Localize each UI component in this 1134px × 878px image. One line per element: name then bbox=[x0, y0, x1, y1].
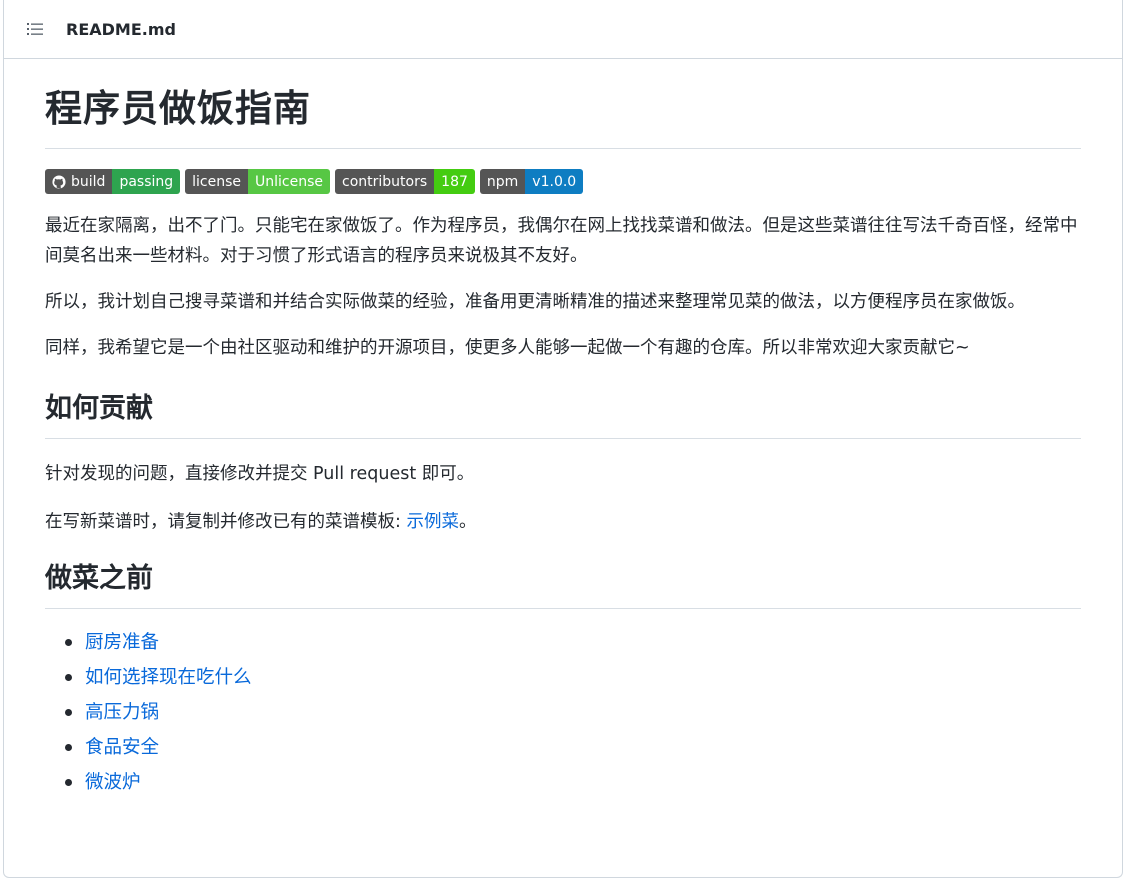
intro-paragraph-3: 同样，我希望它是一个由社区驱动和维护的开源项目，使更多人能够一起做一个有趣的仓库… bbox=[45, 338, 970, 358]
page-title: 程序员做饭指南 bbox=[45, 81, 1081, 149]
npm-badge-version: v1.0.0 bbox=[525, 169, 584, 194]
example-dish-link[interactable]: 示例菜 bbox=[406, 512, 459, 532]
file-name: README.md bbox=[66, 19, 176, 39]
intro-paragraph-1: 最近在家隔离，出不了门。只能宅在家做饭了。作为程序员，我偶尔在网上找找菜谱和做法… bbox=[45, 216, 1078, 266]
contribute-line-2: 在写新菜谱时，请复制并修改已有的菜谱模板: 示例菜。 bbox=[45, 507, 1081, 537]
list-icon bbox=[27, 23, 43, 35]
list-item: 微波炉 bbox=[65, 765, 1081, 800]
npm-badge[interactable]: npm v1.0.0 bbox=[479, 169, 584, 194]
food-safety-link[interactable]: 食品安全 bbox=[85, 730, 159, 765]
contribute-heading: 如何贡献 bbox=[45, 391, 1081, 439]
github-icon bbox=[52, 174, 66, 189]
list-item: 如何选择现在吃什么 bbox=[65, 660, 1081, 695]
bullet bbox=[65, 709, 72, 716]
readme-container: README.md 程序员做饭指南 build passing license … bbox=[3, 0, 1123, 878]
before-cooking-heading: 做菜之前 bbox=[45, 561, 1081, 609]
markdown-body: 程序员做饭指南 build passing license Unlicense … bbox=[4, 59, 1122, 800]
badge-row: build passing license Unlicense contribu… bbox=[45, 169, 1081, 194]
list-item: 高压力锅 bbox=[65, 695, 1081, 730]
license-badge-value: Unlicense bbox=[248, 169, 331, 194]
contributors-badge-count: 187 bbox=[434, 169, 475, 194]
npm-badge-label: npm bbox=[479, 169, 526, 194]
file-header: README.md bbox=[4, 0, 1122, 59]
intro-paragraph-2: 所以，我计划自己搜寻菜谱和并结合实际做菜的经验，准备用更清晰精准的描述来整理常见… bbox=[45, 292, 1025, 312]
before-cooking-list: 厨房准备 如何选择现在吃什么 高压力锅 食品安全 微波炉 bbox=[45, 625, 1081, 800]
contributors-badge[interactable]: contributors 187 bbox=[335, 169, 475, 194]
license-badge-label: license bbox=[185, 169, 249, 194]
contribute-line-2-text: 在写新菜谱时，请复制并修改已有的菜谱模板: bbox=[45, 512, 407, 532]
contribute-line-2-suffix: 。 bbox=[458, 512, 477, 532]
build-badge-status: passing bbox=[112, 169, 181, 194]
build-badge[interactable]: build passing bbox=[45, 169, 181, 194]
list-item: 厨房准备 bbox=[65, 625, 1081, 660]
license-badge[interactable]: license Unlicense bbox=[185, 169, 331, 194]
build-badge-label: build bbox=[71, 173, 106, 190]
microwave-link[interactable]: 微波炉 bbox=[85, 765, 141, 800]
bullet bbox=[65, 674, 72, 681]
what-to-eat-link[interactable]: 如何选择现在吃什么 bbox=[85, 660, 252, 695]
bullet bbox=[65, 639, 72, 646]
bullet bbox=[65, 744, 72, 751]
contributors-badge-label: contributors bbox=[335, 169, 435, 194]
contribute-line-1: 针对发现的问题，直接修改并提交 Pull request 即可。 bbox=[45, 464, 475, 484]
kitchen-prep-link[interactable]: 厨房准备 bbox=[85, 625, 159, 660]
pressure-cooker-link[interactable]: 高压力锅 bbox=[85, 695, 159, 730]
bullet bbox=[65, 779, 72, 786]
list-item: 食品安全 bbox=[65, 730, 1081, 765]
table-of-contents-button[interactable] bbox=[24, 18, 46, 40]
